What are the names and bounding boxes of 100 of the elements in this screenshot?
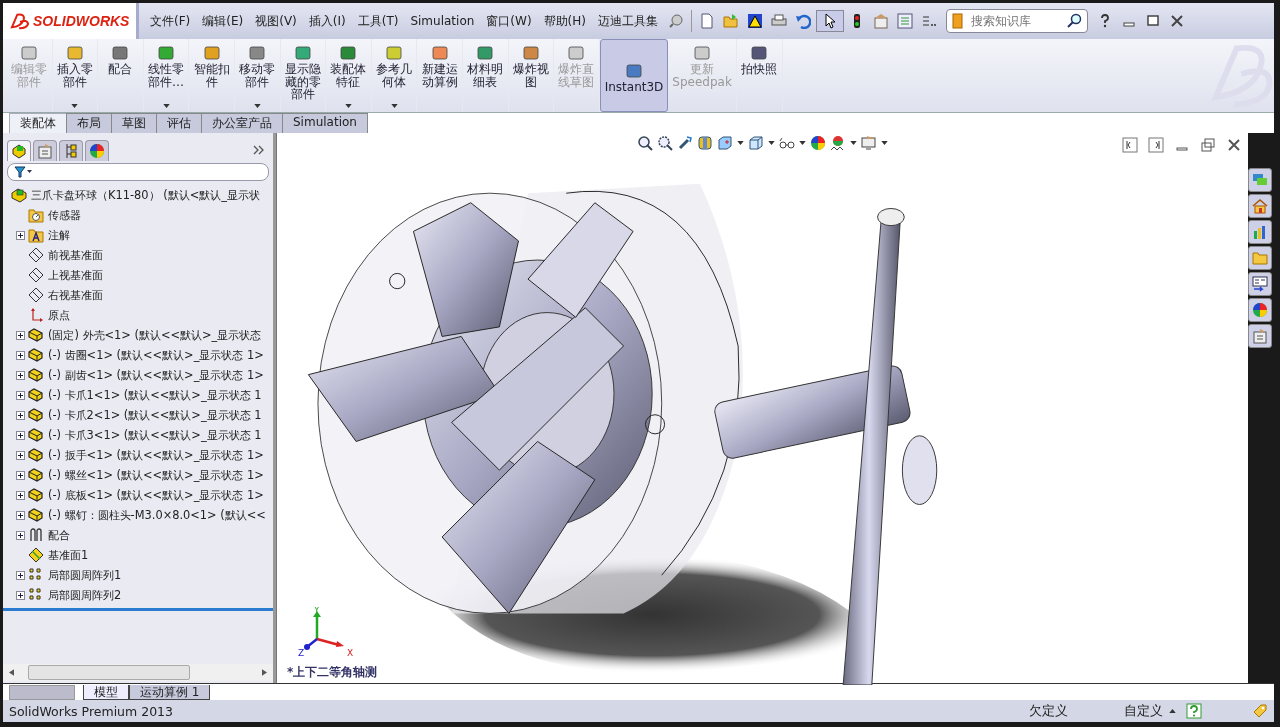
command-tab[interactable]: Simulation: [282, 113, 368, 133]
resources-tab[interactable]: [1248, 168, 1272, 192]
expand-icon[interactable]: [16, 370, 25, 380]
rebuild-icon[interactable]: [746, 13, 763, 29]
close-icon[interactable]: [1168, 13, 1185, 29]
zoom-to-fit-icon[interactable]: [637, 135, 653, 151]
configuration-manager-tab[interactable]: [59, 140, 83, 161]
menu-item[interactable]: 迈迪工具集: [592, 12, 663, 30]
command-tab[interactable]: 装配体: [9, 113, 67, 133]
command-tab[interactable]: 布局: [66, 113, 112, 133]
tree-item[interactable]: 注解: [48, 227, 70, 243]
ribbon-button[interactable]: 新建运动算例: [417, 39, 463, 112]
expand-icon[interactable]: [16, 510, 25, 520]
expand-icon[interactable]: [16, 390, 25, 400]
ribbon-button[interactable]: Instant3D: [599, 39, 669, 112]
collapse-right-icon[interactable]: [1148, 137, 1164, 153]
units-selector[interactable]: 自定义: [1124, 702, 1163, 720]
graphics-area[interactable]: Y Z X *上下二等角轴测: [276, 133, 1248, 683]
tree-item[interactable]: 原点: [48, 307, 70, 323]
appearance-sphere-icon[interactable]: [810, 135, 826, 151]
display-manager-tab[interactable]: [85, 140, 109, 161]
display-style-icon[interactable]: [748, 135, 764, 151]
tree-item[interactable]: (-) 齿圈<1> (默认<<默认>_显示状态 1>: [48, 347, 264, 363]
expand-icon[interactable]: [16, 430, 25, 440]
printer-icon[interactable]: [770, 13, 787, 29]
caret-icon[interactable]: [850, 141, 857, 145]
custom-properties-tab[interactable]: [1248, 324, 1272, 348]
caret-icon[interactable]: [737, 141, 744, 145]
model-tab[interactable]: 运动算例 1: [129, 684, 211, 700]
expand-icon[interactable]: [16, 570, 25, 580]
ribbon-button[interactable]: 材料明细表: [462, 39, 509, 112]
search-box[interactable]: 搜索知识库: [945, 9, 1088, 33]
command-tab[interactable]: 评估: [156, 113, 202, 133]
menu-item[interactable]: 窗口(W): [481, 12, 537, 30]
menu-item[interactable]: 插入(I): [303, 12, 351, 30]
restore-icon[interactable]: [1200, 137, 1216, 153]
ribbon-button[interactable]: 爆炸视图: [508, 39, 555, 112]
file-explorer-tab[interactable]: [1248, 246, 1272, 270]
scene-icon[interactable]: [830, 135, 846, 151]
zoom-area-icon[interactable]: [657, 135, 673, 151]
expand-icon[interactable]: [16, 470, 25, 480]
menu-item[interactable]: 编辑(E): [197, 12, 249, 30]
menu-item[interactable]: 视图(V): [250, 12, 302, 30]
menu-item[interactable]: 文件(F): [145, 12, 196, 30]
command-tab[interactable]: 草图: [111, 113, 157, 133]
section-view-icon[interactable]: [697, 135, 713, 151]
expand-icon[interactable]: [16, 530, 25, 540]
tag-icon[interactable]: [1252, 703, 1268, 719]
select-button[interactable]: [815, 10, 844, 32]
tree-item[interactable]: 局部圆周阵列1: [48, 567, 122, 583]
tree-item[interactable]: (-) 螺丝<1> (默认<<默认>_显示状态 1>: [48, 467, 264, 483]
view-palette-tab[interactable]: [1248, 272, 1272, 296]
tree-item[interactable]: 局部圆周阵列2: [48, 587, 122, 603]
tree-item[interactable]: (-) 卡爪2<1> (默认<<默认>_显示状态 1: [48, 407, 262, 423]
design-library-tab[interactable]: [1248, 220, 1272, 244]
tree-item[interactable]: (-) 扳手<1> (默认<<默认>_显示状态 1>: [48, 447, 264, 463]
menu-item[interactable]: 工具(T): [352, 12, 404, 30]
tree-item[interactable]: 前视基准面: [48, 247, 103, 263]
scrollbar-thumb[interactable]: [28, 665, 190, 680]
tree-item[interactable]: (-) 底板<1> (默认<<默认>_显示状态 1>: [48, 487, 264, 503]
tree-item[interactable]: (-) 卡爪1<1> (默认<<默认>_显示状态 1: [48, 387, 262, 403]
model-tab[interactable]: 模型: [83, 684, 129, 700]
feature-manager-tab[interactable]: [7, 140, 31, 161]
glasses-icon[interactable]: [779, 135, 795, 151]
tree-item[interactable]: 上视基准面: [48, 267, 103, 283]
more-icon[interactable]: [920, 13, 937, 29]
tree-item[interactable]: (固定) 外壳<1> (默认<<默认>_显示状态: [48, 327, 262, 343]
ribbon-button[interactable]: 装配体特征: [326, 39, 372, 112]
ribbon-button[interactable]: 智能扣件: [189, 39, 235, 112]
expand-icon[interactable]: [16, 450, 25, 460]
horizontal-scrollbar[interactable]: [3, 664, 273, 681]
tree-item[interactable]: 右视基准面: [48, 287, 103, 303]
undo-icon[interactable]: [794, 13, 811, 29]
ribbon-button[interactable]: 拍快照: [736, 39, 783, 112]
expand-chevron-icon[interactable]: [253, 145, 265, 155]
scroll-right-icon[interactable]: [262, 669, 267, 676]
tree-item[interactable]: 传感器: [48, 207, 81, 223]
expand-icon[interactable]: [16, 410, 25, 420]
ribbon-button[interactable]: 移动零部件: [234, 39, 281, 112]
view-orientation-icon[interactable]: [717, 135, 733, 151]
ribbon-button[interactable]: 参考几何体: [371, 39, 418, 112]
expand-icon[interactable]: [16, 230, 25, 240]
menu-item[interactable]: Simulation: [405, 14, 480, 28]
home-tab[interactable]: [1248, 194, 1272, 218]
tree-item[interactable]: (-) 螺钉：圆柱头-M3.0×8.0<1> (默认<<: [48, 507, 266, 523]
new-document-icon[interactable]: [698, 13, 715, 29]
caret-icon[interactable]: [799, 141, 806, 145]
ribbon-button[interactable]: 显示隐藏的零部件: [280, 39, 327, 112]
caret-icon[interactable]: [1169, 709, 1176, 713]
menu-item[interactable]: 帮助(H): [538, 12, 591, 30]
expand-icon[interactable]: [16, 590, 25, 600]
close-icon[interactable]: [1226, 137, 1242, 153]
appearances-tab[interactable]: [1248, 298, 1272, 322]
caret-icon[interactable]: [881, 141, 888, 145]
filter-field[interactable]: [7, 163, 269, 181]
collapse-left-icon[interactable]: [1122, 137, 1138, 153]
tree-item[interactable]: 基准面1: [48, 547, 89, 563]
search-icon[interactable]: [1065, 13, 1082, 29]
expand-icon[interactable]: [16, 330, 25, 340]
tree-item[interactable]: 配合: [48, 527, 70, 543]
